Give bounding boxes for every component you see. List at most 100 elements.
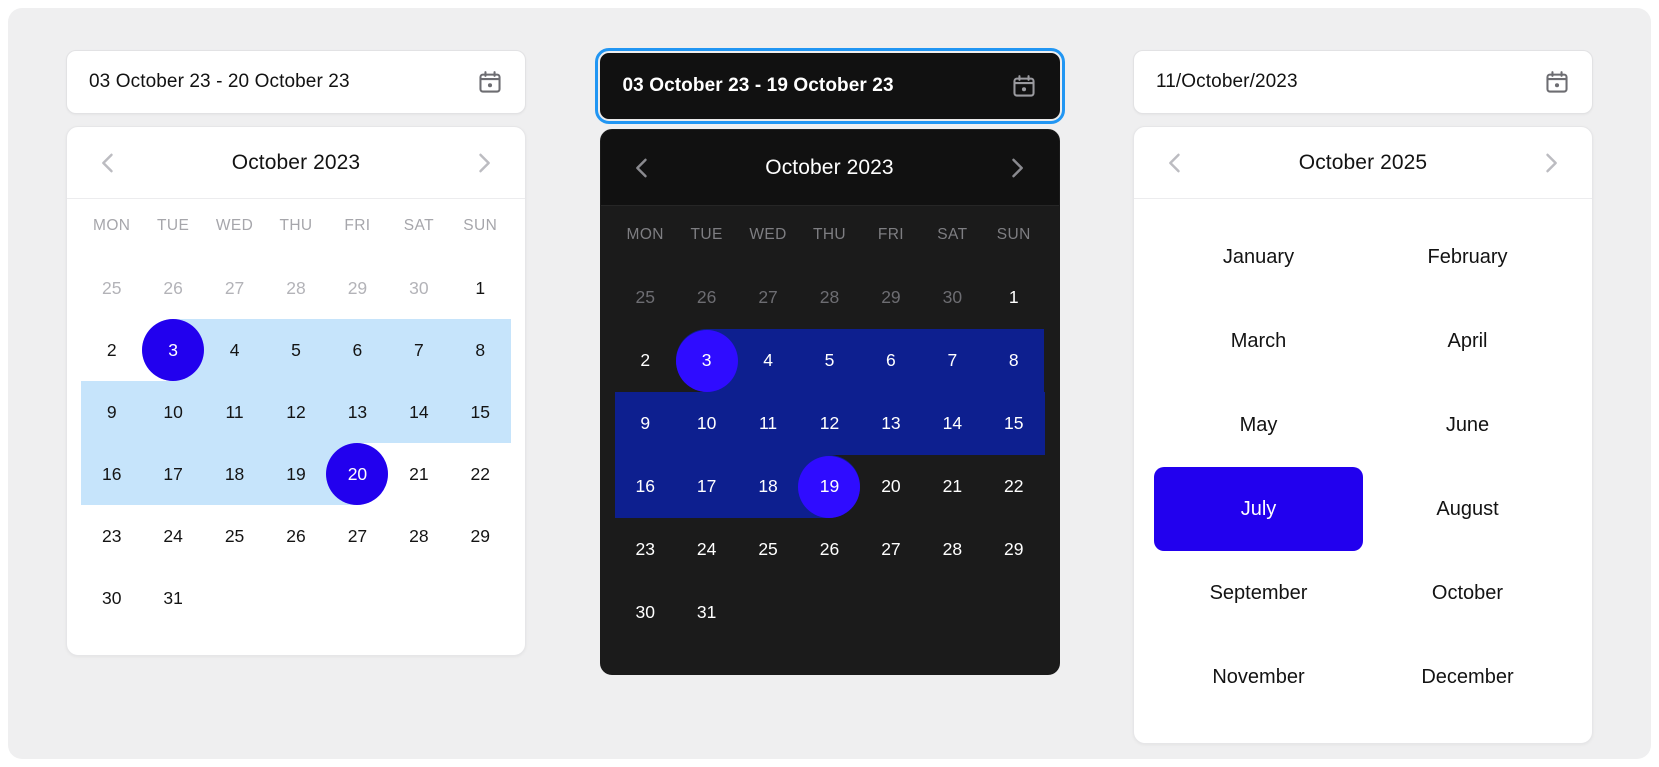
day-cell[interactable]: 30 (81, 567, 142, 629)
date-input-range-picker-light[interactable]: 03 October 23 - 20 October 23 (66, 50, 526, 114)
day-cell[interactable]: 4 (204, 319, 265, 381)
day-label: 13 (881, 413, 901, 433)
day-cell[interactable]: 19 (265, 443, 326, 505)
day-cell[interactable]: 26 (265, 505, 326, 567)
day-cell[interactable]: 14 (922, 392, 983, 455)
day-label: 12 (286, 401, 306, 422)
date-input-range-picker-dark[interactable]: 03 October 23 - 19 October 23 (594, 48, 1065, 124)
day-cell[interactable]: 11 (204, 381, 265, 443)
day-cell[interactable]: 7 (922, 329, 983, 392)
day-cell[interactable]: 1 (983, 266, 1044, 329)
day-cell[interactable]: 24 (676, 518, 737, 581)
day-cell[interactable]: 25 (615, 266, 676, 329)
day-cell[interactable]: 31 (676, 581, 737, 644)
day-cell[interactable]: 26 (799, 518, 860, 581)
day-cell[interactable]: 27 (860, 518, 921, 581)
day-cell[interactable]: 29 (860, 266, 921, 329)
month-cell[interactable]: September (1154, 551, 1363, 635)
day-cell[interactable]: 15 (450, 381, 511, 443)
calendar-icon[interactable] (477, 69, 503, 95)
day-cell[interactable]: 20 (326, 443, 389, 505)
day-cell[interactable]: 26 (142, 257, 203, 319)
day-cell[interactable]: 27 (327, 505, 388, 567)
day-cell[interactable]: 2 (81, 319, 142, 381)
day-cell[interactable]: 17 (676, 455, 737, 518)
day-cell[interactable]: 4 (737, 329, 798, 392)
month-cell[interactable]: November (1154, 635, 1363, 719)
day-cell[interactable]: 18 (204, 443, 265, 505)
month-cell[interactable]: February (1363, 215, 1572, 299)
day-cell[interactable]: 5 (265, 319, 326, 381)
day-cell[interactable]: 17 (142, 443, 203, 505)
day-cell[interactable]: 22 (983, 455, 1044, 518)
day-cell[interactable]: 3 (675, 329, 738, 392)
day-cell[interactable]: 20 (860, 455, 921, 518)
month-cell[interactable]: August (1363, 467, 1572, 551)
day-cell[interactable]: 31 (142, 567, 203, 629)
prev-month-button[interactable] (625, 151, 659, 185)
month-cell[interactable]: June (1363, 383, 1572, 467)
day-cell[interactable]: 6 (327, 319, 388, 381)
day-cell[interactable]: 9 (81, 381, 142, 443)
prev-month-button[interactable] (1158, 146, 1192, 180)
day-cell[interactable]: 8 (450, 319, 511, 381)
month-cell[interactable]: January (1154, 215, 1363, 299)
day-cell[interactable]: 18 (737, 455, 798, 518)
day-cell[interactable]: 28 (922, 518, 983, 581)
day-cell[interactable]: 28 (799, 266, 860, 329)
day-cell[interactable]: 30 (922, 266, 983, 329)
day-cell[interactable]: 13 (327, 381, 388, 443)
day-cell[interactable]: 6 (860, 329, 921, 392)
next-month-button[interactable] (1000, 151, 1034, 185)
day-cell[interactable]: 23 (81, 505, 142, 567)
day-cell[interactable]: 28 (388, 505, 449, 567)
day-cell[interactable]: 14 (388, 381, 449, 443)
day-cell[interactable]: 9 (615, 392, 676, 455)
day-cell[interactable]: 27 (204, 257, 265, 319)
month-cell[interactable]: March (1154, 299, 1363, 383)
month-cell[interactable]: December (1363, 635, 1572, 719)
day-cell[interactable]: 30 (388, 257, 449, 319)
day-cell[interactable]: 12 (265, 381, 326, 443)
day-cell[interactable]: 5 (799, 329, 860, 392)
day-cell[interactable]: 29 (450, 505, 511, 567)
day-cell[interactable]: 25 (204, 505, 265, 567)
day-cell[interactable]: 29 (327, 257, 388, 319)
next-month-button[interactable] (467, 146, 501, 180)
calendar-icon[interactable] (1011, 73, 1037, 99)
day-cell[interactable]: 1 (450, 257, 511, 319)
day-cell[interactable]: 21 (922, 455, 983, 518)
day-cell[interactable]: 10 (676, 392, 737, 455)
day-cell[interactable]: 24 (142, 505, 203, 567)
day-cell[interactable]: 2 (615, 329, 676, 392)
month-cell[interactable]: July (1154, 467, 1363, 551)
date-input-month-picker-light[interactable]: 11/October/2023 (1133, 50, 1593, 114)
calendar-icon[interactable] (1544, 69, 1570, 95)
day-cell[interactable]: 15 (983, 392, 1044, 455)
day-cell[interactable]: 10 (142, 381, 203, 443)
day-cell[interactable]: 12 (799, 392, 860, 455)
day-cell[interactable]: 22 (450, 443, 511, 505)
day-cell[interactable]: 7 (388, 319, 449, 381)
day-cell[interactable]: 19 (798, 455, 861, 518)
day-cell[interactable]: 25 (737, 518, 798, 581)
day-cell[interactable]: 3 (142, 319, 205, 381)
day-cell[interactable]: 16 (615, 455, 676, 518)
day-cell[interactable]: 29 (983, 518, 1044, 581)
day-cell[interactable]: 25 (81, 257, 142, 319)
next-month-button[interactable] (1534, 146, 1568, 180)
month-cell[interactable]: October (1363, 551, 1572, 635)
day-cell[interactable]: 13 (860, 392, 921, 455)
day-cell[interactable]: 23 (615, 518, 676, 581)
month-cell[interactable]: May (1154, 383, 1363, 467)
day-cell[interactable]: 21 (388, 443, 449, 505)
day-cell[interactable]: 28 (265, 257, 326, 319)
day-cell[interactable]: 11 (737, 392, 798, 455)
day-cell[interactable]: 8 (983, 329, 1044, 392)
day-cell[interactable]: 27 (737, 266, 798, 329)
day-cell[interactable]: 16 (81, 443, 142, 505)
day-cell[interactable]: 30 (615, 581, 676, 644)
prev-month-button[interactable] (91, 146, 125, 180)
month-cell[interactable]: April (1363, 299, 1572, 383)
day-cell[interactable]: 26 (676, 266, 737, 329)
